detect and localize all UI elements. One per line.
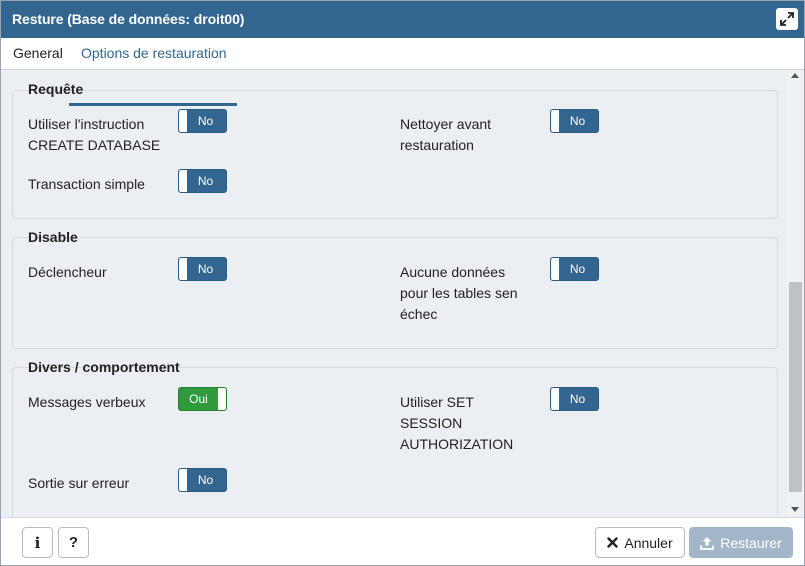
section-title-disable: Disable <box>28 229 78 245</box>
label-single-transaction: Transaction simple <box>28 176 145 192</box>
info-icon: i <box>34 533 41 552</box>
upload-icon <box>700 536 715 550</box>
toggle-clean-before-restore[interactable]: No <box>550 109 599 133</box>
fieldset-disable <box>12 237 778 349</box>
tab-restore-options[interactable]: Options de restauration <box>81 45 227 61</box>
label-no-data-failed-tables: Aucune données pour les tables sen échec <box>400 264 518 322</box>
toggle-set-session-authorization[interactable]: No <box>550 387 599 411</box>
label-exit-on-error: Sortie sur erreur <box>28 475 130 491</box>
toggle-create-database[interactable]: No <box>178 109 227 133</box>
label-clean-before-restore: Nettoyer avant restauration <box>400 116 492 153</box>
vertical-scrollbar[interactable] <box>787 70 804 516</box>
info-button[interactable]: i <box>22 527 53 558</box>
dialog-titlebar[interactable]: Resture (Base de données: droit00) <box>1 1 804 38</box>
scroll-down-arrow-icon[interactable] <box>791 507 799 512</box>
label-trigger: Déclencheur <box>28 264 107 280</box>
section-title-requete: Requête <box>28 81 84 97</box>
cancel-label: Annuler <box>624 534 673 551</box>
label-set-session-authorization: Utiliser SET SESSION AUTHORIZATION <box>400 394 514 452</box>
toggle-exit-on-error[interactable]: No <box>178 468 227 492</box>
toggle-no-data-failed-tables[interactable]: No <box>550 257 599 281</box>
maximize-icon[interactable] <box>776 8 798 30</box>
tab-bar: General Options de restauration <box>1 38 804 106</box>
help-button[interactable]: ? <box>58 527 89 558</box>
scroll-up-arrow-icon[interactable] <box>791 73 799 78</box>
label-create-database: Utiliser l'instruction CREATE DATABASE <box>28 116 161 153</box>
options-panel: Requête Utiliser l'instruction CREATE DA… <box>1 70 787 516</box>
section-title-divers: Divers / comportement <box>28 359 180 375</box>
label-verbose-messages: Messages verbeux <box>28 394 146 410</box>
dialog-title: Resture (Base de données: droit00) <box>12 11 245 27</box>
restore-dialog: Resture (Base de données: droit00) Gener… <box>0 0 805 566</box>
dialog-footer: i ? Annuler Restaurer <box>1 517 804 565</box>
restore-label: Restaurer <box>720 534 782 551</box>
toggle-single-transaction[interactable]: No <box>178 169 227 193</box>
restore-button[interactable]: Restaurer <box>689 527 793 558</box>
scrollbar-thumb[interactable] <box>789 282 802 492</box>
cancel-button[interactable]: Annuler <box>595 527 685 558</box>
toggle-verbose-messages[interactable]: Oui <box>178 387 227 411</box>
toggle-trigger[interactable]: No <box>178 257 227 281</box>
question-icon: ? <box>68 534 79 551</box>
tab-general[interactable]: General <box>13 45 63 61</box>
close-icon <box>607 537 619 548</box>
